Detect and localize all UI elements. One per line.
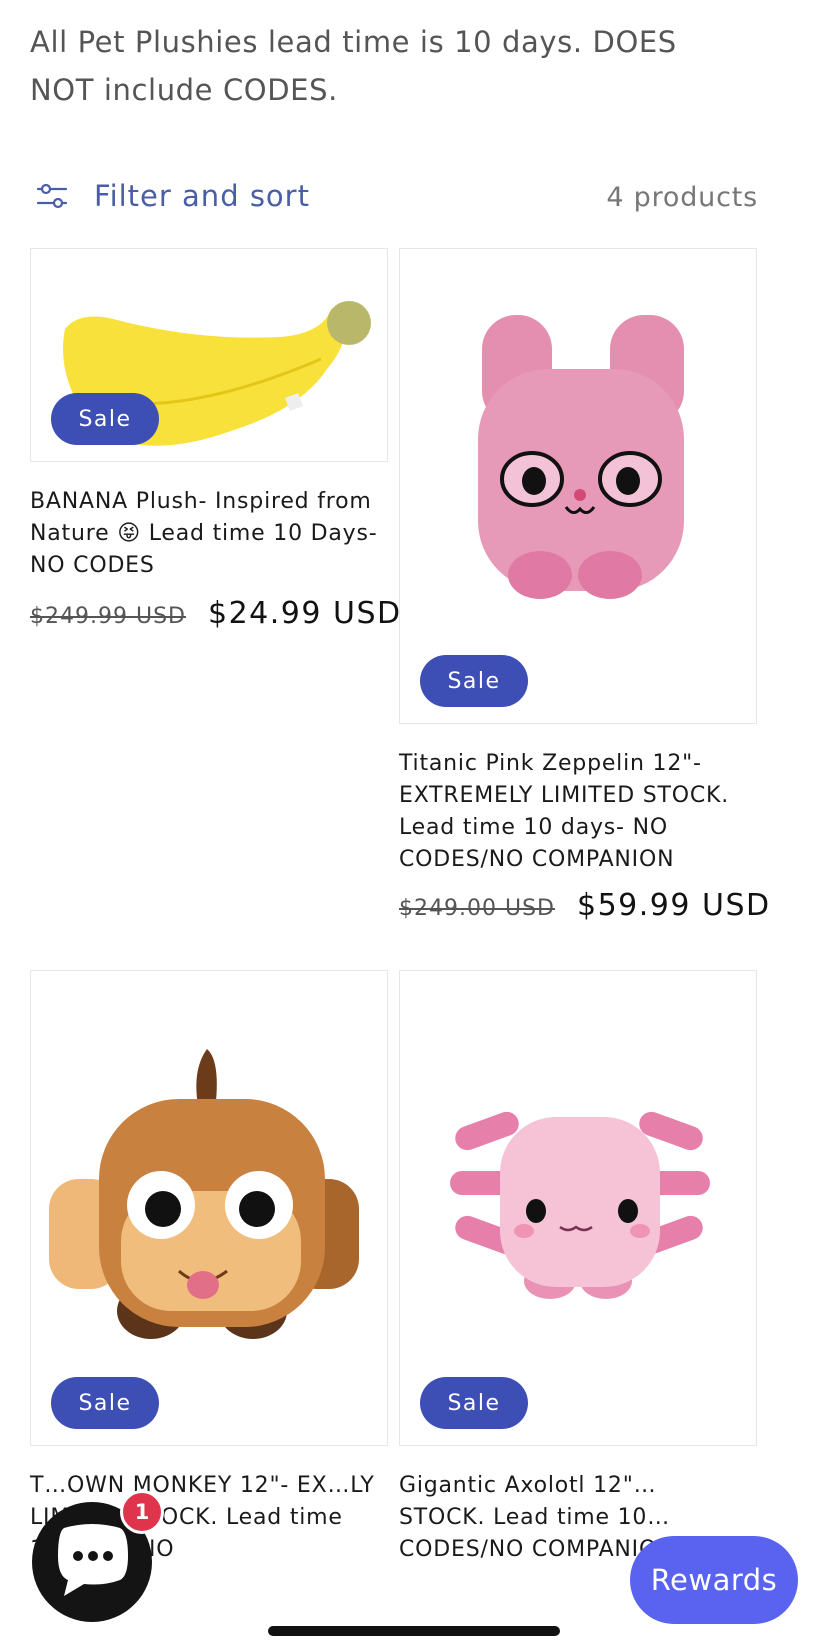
sale-badge: Sale: [51, 393, 159, 445]
sale-badge: Sale: [51, 1377, 159, 1429]
chat-bubble-icon: [58, 1524, 128, 1596]
monkey-plush-image: [49, 1049, 359, 1339]
product-title-pink-zeppelin[interactable]: Titanic Pink Zeppelin 12"- EXTREMELY LIM…: [399, 748, 739, 876]
pink-bunny-plush-image: [478, 315, 684, 599]
axolotl-plush-image: [450, 1111, 710, 1299]
regular-price: $249.99 USD: [30, 604, 186, 629]
filter-bar: Filter and sort 4 products: [30, 178, 800, 222]
product-price-pink-zeppelin: $249.00 USD $59.99 USD: [399, 888, 771, 923]
collection-description: All Pet Plushies lead time is 10 days. D…: [30, 25, 677, 107]
product-title-banana[interactable]: BANANA Plush- Inspired from Nature 😝 Lea…: [30, 486, 380, 582]
sale-price: $59.99 USD: [576, 888, 771, 923]
product-image-banana[interactable]: Sale: [30, 248, 388, 462]
product-price-banana: $249.99 USD $24.99 USD: [30, 596, 402, 631]
product-image-pink-zeppelin[interactable]: Sale: [399, 248, 757, 724]
sale-badge: Sale: [420, 1377, 528, 1429]
sliders-icon: [36, 183, 68, 209]
product-count: 4 products: [606, 182, 758, 213]
filter-and-sort-label: Filter and sort: [94, 179, 310, 213]
rewards-button[interactable]: Rewards: [630, 1536, 798, 1624]
chat-notification-badge: 1: [120, 1490, 164, 1534]
product-image-monkey[interactable]: Sale: [30, 970, 388, 1446]
sale-price: $24.99 USD: [207, 596, 402, 631]
filter-and-sort-button[interactable]: Filter and sort: [30, 178, 310, 214]
regular-price: $249.00 USD: [399, 896, 555, 921]
home-indicator: [268, 1626, 560, 1636]
sale-badge: Sale: [420, 655, 528, 707]
product-image-axolotl[interactable]: Sale: [399, 970, 757, 1446]
